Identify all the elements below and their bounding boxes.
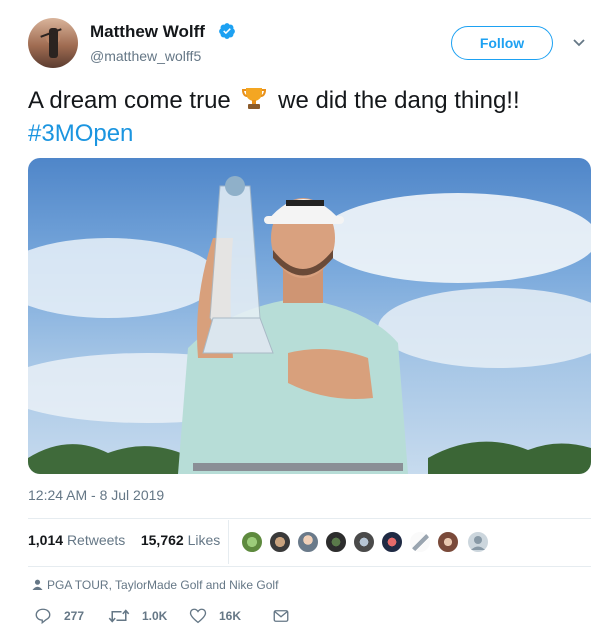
stats-separator [228, 520, 229, 564]
tweet-text: A dream come true we did the dang thing!… [28, 84, 588, 150]
reply-button[interactable]: 277 [34, 605, 84, 627]
reply-icon [35, 608, 51, 625]
direct-message-button[interactable] [272, 605, 302, 627]
engagement-stats: 1,014 Retweets 15,762 Likes [28, 532, 220, 548]
user-handle[interactable]: @matthew_wolff5 [90, 48, 201, 64]
liker-avatar-6[interactable] [380, 530, 404, 554]
retweets-count: 1,014 [28, 532, 64, 548]
liker-avatar-default[interactable] [466, 530, 490, 554]
liker-avatar-4[interactable] [324, 530, 348, 554]
hashtag-link[interactable]: #3MOpen [28, 120, 133, 147]
follow-button[interactable]: Follow [451, 26, 553, 60]
retweet-icon [108, 609, 130, 623]
tagged-users[interactable]: PGA TOUR, TaylorMade Golf and Nike Golf [32, 578, 278, 592]
reply-count: 277 [64, 609, 85, 623]
divider-top [28, 518, 591, 519]
divider-bottom [28, 566, 591, 567]
liker-avatar-8[interactable] [436, 530, 460, 554]
liker-avatar-1[interactable] [240, 530, 264, 554]
chevron-down-icon[interactable] [572, 38, 586, 48]
avatar[interactable] [28, 18, 78, 68]
tweet-timestamp[interactable]: 12:24 AM - 8 Jul 2019 [28, 487, 164, 503]
tagged-users-text: PGA TOUR, TaylorMade Golf and Nike Golf [47, 578, 279, 592]
envelope-icon [273, 610, 289, 622]
likes-stat[interactable]: 15,762 Likes [141, 532, 220, 548]
tweet-text-part2: we did the dang thing!! [278, 87, 520, 114]
retweets-stat[interactable]: 1,014 Retweets [28, 532, 125, 548]
like-button[interactable]: 16K [189, 605, 241, 627]
person-icon [32, 579, 43, 590]
default-user-icon [471, 536, 485, 550]
heart-icon [189, 608, 207, 624]
retweets-label: Retweets [66, 532, 126, 548]
trophy-icon [242, 88, 267, 109]
retweet-button[interactable]: 1.0K [108, 605, 167, 627]
tweet-text-part1: A dream come true [28, 87, 231, 114]
photo-scene [28, 176, 591, 474]
liker-avatar-7[interactable] [408, 530, 432, 554]
liker-avatar-5[interactable] [352, 530, 376, 554]
likes-count: 15,762 [140, 532, 184, 548]
likes-label: Likes [187, 532, 221, 548]
liker-avatar-2[interactable] [268, 530, 292, 554]
verified-badge-icon [219, 23, 235, 39]
like-count: 16K [219, 609, 242, 623]
tweet-photo[interactable] [28, 158, 591, 474]
display-name[interactable]: Matthew Wolff [90, 22, 205, 42]
liker-avatar-3[interactable] [296, 530, 320, 554]
retweet-count: 1.0K [142, 609, 168, 623]
